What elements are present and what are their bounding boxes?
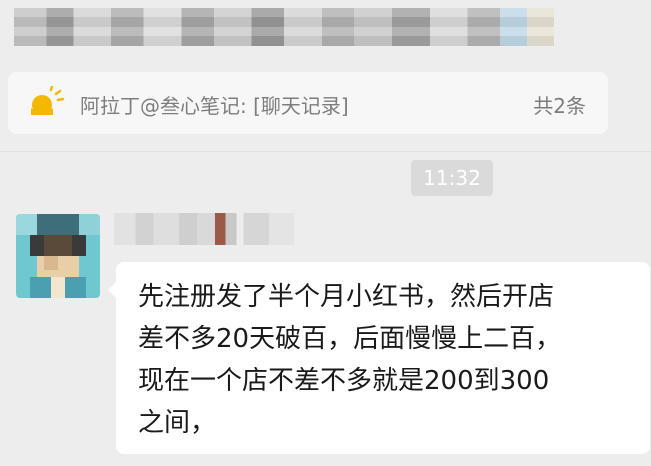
sender-name-redacted xyxy=(114,213,294,245)
sun-icon xyxy=(31,86,65,115)
message-timestamp: 11:32 xyxy=(411,160,493,196)
divider xyxy=(0,151,651,152)
pinned-chat-record[interactable]: 阿拉丁@叁心笔记: [聊天记录] 共2条 xyxy=(8,72,608,134)
avatar-image xyxy=(16,214,100,298)
pinned-record-title: 阿拉丁@叁心笔记: [聊天记录] xyxy=(80,94,349,118)
message-bubble[interactable]: 先注册发了半个月小红书，然后开店 差不多20天破百，后面慢慢上二百， 现在一个店… xyxy=(108,262,650,454)
chat-title-redacted xyxy=(14,8,554,46)
message-text: 先注册发了半个月小红书，然后开店 差不多20天破百，后面慢慢上二百， 现在一个店… xyxy=(138,282,562,438)
pinned-record-count: 共2条 xyxy=(533,94,586,118)
avatar[interactable] xyxy=(16,214,100,298)
